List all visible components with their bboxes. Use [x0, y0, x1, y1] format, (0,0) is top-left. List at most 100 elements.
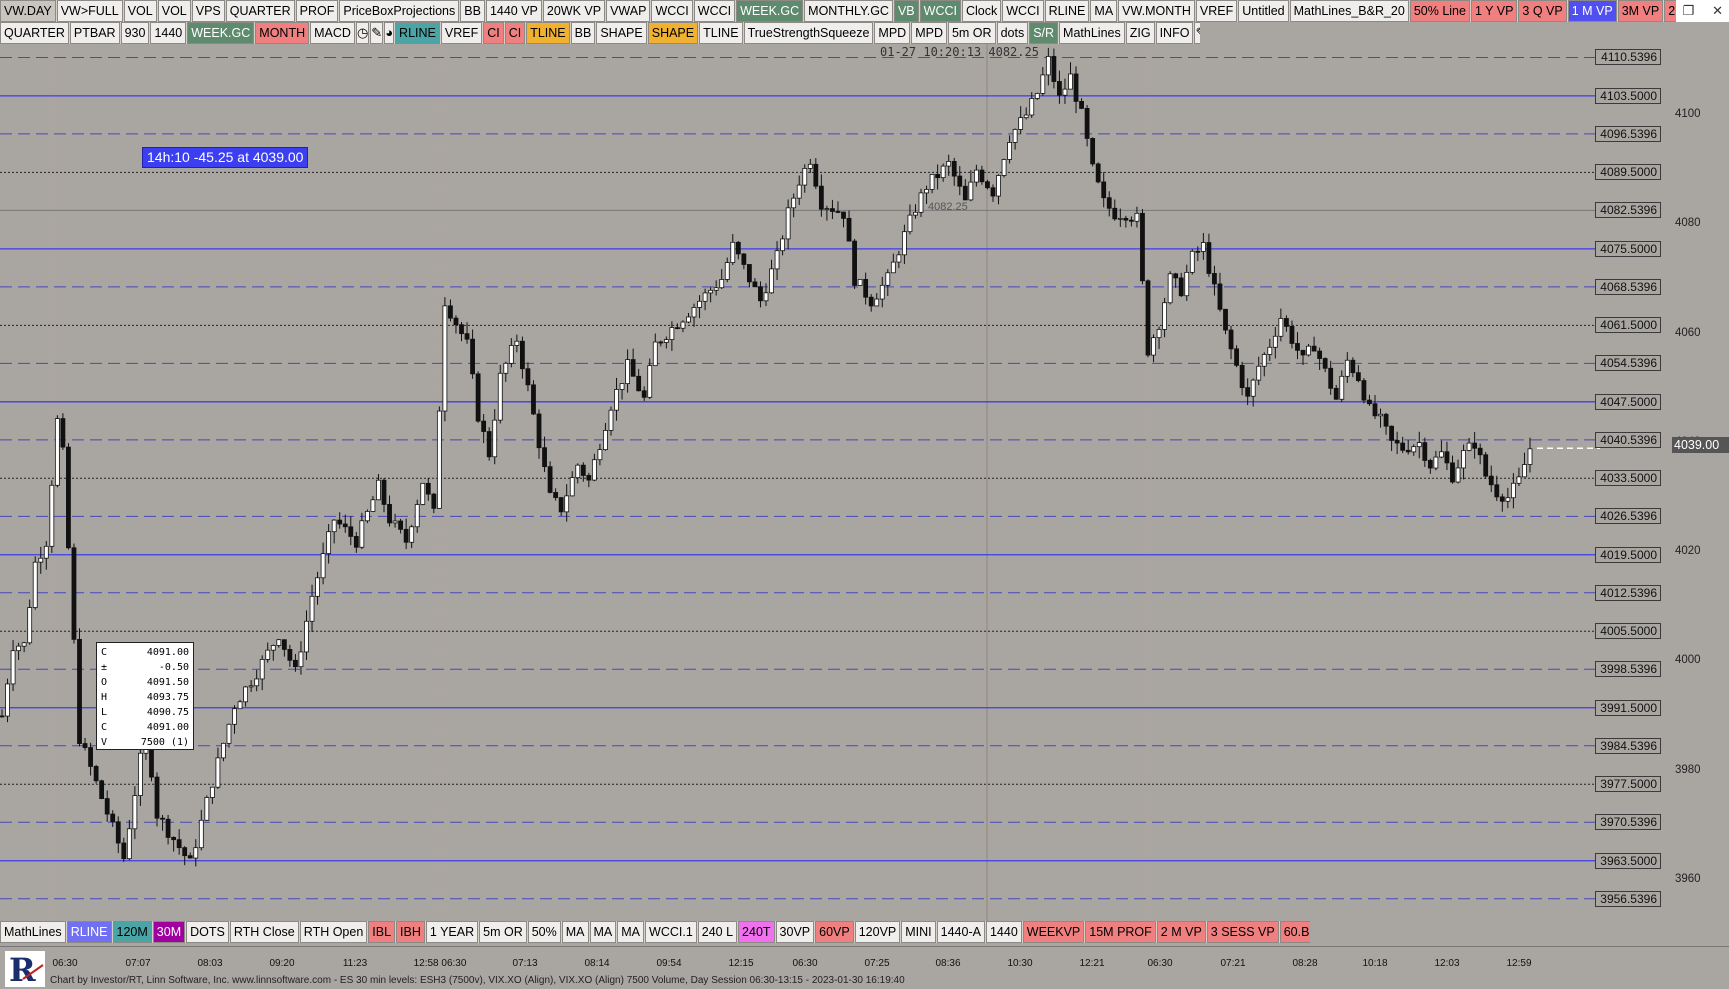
toolbar-button[interactable]: MathLines — [1059, 22, 1125, 44]
pencil-icon[interactable]: ✎ — [1194, 22, 1200, 44]
toolbar-button[interactable]: VWAP — [606, 0, 651, 22]
toolbar-button[interactable]: WCCI.1 — [645, 921, 697, 943]
toolbar-button[interactable]: PriceBoxProjections — [339, 0, 460, 22]
toolbar-button[interactable]: Clock — [961, 0, 1002, 22]
toolbar-button[interactable]: 50% — [527, 921, 561, 943]
toolbar-button[interactable]: MONTH — [255, 22, 310, 44]
toolbar-button[interactable]: BB — [460, 0, 485, 22]
toolbar-button[interactable]: 930 — [120, 22, 150, 44]
candle-body — [735, 241, 741, 255]
toolbar-button[interactable]: 3 SESS VP — [1206, 921, 1279, 943]
toolbar-button[interactable]: PROF — [295, 0, 339, 22]
toolbar-button[interactable]: TrueStrengthSqueeze — [743, 22, 874, 44]
toolbar-button[interactable]: VREF — [1195, 0, 1238, 22]
toolbar-button[interactable]: 3 Q VP — [1518, 0, 1567, 22]
toolbar-button[interactable]: MPD — [874, 22, 911, 44]
toolbar-button[interactable]: WCCI — [693, 0, 736, 22]
toolbar-button[interactable]: 1 M VP — [1567, 0, 1617, 22]
toolbar-button[interactable]: QUARTER — [225, 0, 295, 22]
toolbar-button[interactable]: BB — [570, 22, 596, 44]
refresh-icon[interactable]: ◕ — [384, 22, 395, 44]
toolbar-button[interactable]: WEEK.GC — [736, 0, 804, 22]
restore-window-icon[interactable]: ❐ — [1682, 4, 1694, 19]
candle-body — [1344, 359, 1350, 377]
toolbar-button[interactable]: MPD — [911, 22, 947, 44]
toolbar-button[interactable]: IBH — [396, 921, 425, 943]
toolbar-button[interactable]: 3M VP — [1617, 0, 1664, 22]
candle-body — [1472, 442, 1478, 449]
toolbar-button[interactable]: CI — [504, 22, 526, 44]
toolbar-button[interactable]: MA — [561, 921, 589, 943]
toolbar-button[interactable]: 30VP — [775, 921, 815, 943]
toolbar-button[interactable]: WCCI — [651, 0, 693, 22]
toolbar-button[interactable]: 240 L — [697, 921, 738, 943]
toolbar-button[interactable]: WCCI — [919, 0, 961, 22]
toolbar-button[interactable]: VB — [893, 0, 919, 22]
toolbar-button[interactable]: 60VP — [815, 921, 854, 943]
toolbar-button[interactable]: MA — [617, 921, 645, 943]
toolbar-button[interactable]: DOTS — [186, 921, 229, 943]
clock-icon[interactable]: ◷ — [355, 22, 370, 44]
toolbar-button[interactable]: MACD — [310, 22, 355, 44]
toolbar-button[interactable]: PTBAR — [69, 22, 120, 44]
toolbar-button[interactable]: 120M — [112, 921, 152, 943]
toolbar-button[interactable]: WEEKVP — [1022, 921, 1085, 943]
close-window-icon[interactable]: ✕ — [1712, 4, 1723, 19]
toolbar-button[interactable]: 30M — [152, 921, 186, 943]
toolbar-button[interactable]: VW.DAY — [0, 0, 56, 22]
toolbar-button[interactable]: TLINE — [526, 22, 570, 44]
time-axis-tick: 09:54 — [656, 958, 682, 969]
price-chart[interactable]: 4082.25 — [0, 44, 1655, 946]
toolbar-button[interactable]: MathLines_B&R_20 — [1289, 0, 1409, 22]
toolbar-button[interactable]: VW.MONTH — [1118, 0, 1195, 22]
toolbar-button[interactable]: 120VP — [854, 921, 901, 943]
toolbar-button[interactable]: VPS — [191, 0, 225, 22]
toolbar-button[interactable]: ZIG — [1125, 22, 1155, 44]
toolbar-button[interactable]: WCCI — [1002, 0, 1044, 22]
toolbar-button[interactable]: TLINE — [699, 22, 743, 44]
toolbar-button[interactable]: 1 Y VP — [1470, 0, 1518, 22]
toolbar-button[interactable]: RLINE — [1044, 0, 1090, 22]
toolbar-button[interactable]: VW>FULL — [56, 0, 123, 22]
toolbar-button[interactable]: 1440 — [985, 921, 1022, 943]
toolbar-button[interactable]: MINI — [901, 921, 936, 943]
toolbar-button[interactable]: IBL — [368, 921, 396, 943]
toolbar-button[interactable]: WEEK.GC — [187, 22, 255, 44]
toolbar-button[interactable]: 1 YEAR — [425, 921, 479, 943]
toolbar-button[interactable]: 20WK VP — [542, 0, 606, 22]
toolbar-button[interactable]: dots — [996, 22, 1029, 44]
toolbar-button[interactable]: 2 M VP — [1156, 921, 1206, 943]
toolbar-button[interactable]: MathLines — [0, 921, 66, 943]
pencil-icon[interactable]: ✎ — [370, 22, 384, 44]
toolbar-button[interactable]: CI — [483, 22, 504, 44]
toolbar-button[interactable]: S/R — [1029, 22, 1059, 44]
toolbar-button[interactable]: 5m OR — [947, 22, 996, 44]
toolbar-button[interactable]: RTH Open — [299, 921, 368, 943]
toolbar-button[interactable]: 60.Brackets — [1279, 921, 1310, 943]
toolbar-button[interactable]: 1440-A — [936, 921, 985, 943]
toolbar-button[interactable]: RTH Close — [229, 921, 299, 943]
candle-body — [1300, 349, 1306, 356]
toolbar-button[interactable]: RLINE — [66, 921, 112, 943]
toolbar-button[interactable]: MONTHLY.GC — [804, 0, 893, 22]
toolbar-button[interactable]: SHAPE — [596, 22, 647, 44]
toolbar-button[interactable]: VOL — [123, 0, 157, 22]
toolbar-button[interactable]: RLINE — [395, 22, 440, 44]
candle-body — [1333, 387, 1339, 400]
toolbar-button[interactable]: Untitled — [1238, 0, 1289, 22]
toolbar-button[interactable]: 50% Line — [1409, 0, 1470, 22]
toolbar-button[interactable]: VOL — [157, 0, 191, 22]
toolbar-button[interactable]: VREF — [440, 22, 483, 44]
toolbar-button[interactable]: 15M PROF — [1085, 921, 1156, 943]
candle-body — [387, 504, 392, 524]
toolbar-button[interactable]: MA — [589, 921, 617, 943]
toolbar-button[interactable]: 1440 VP — [485, 0, 542, 22]
toolbar-button[interactable]: 240T — [738, 921, 775, 943]
toolbar-button[interactable]: MA — [1090, 0, 1118, 22]
toolbar-button[interactable]: 5m OR — [479, 921, 527, 943]
investor-rt-logo-icon: R — [5, 951, 45, 987]
toolbar-button[interactable]: 1440 — [150, 22, 187, 44]
toolbar-button[interactable]: SHAPE — [647, 22, 699, 44]
toolbar-button[interactable]: INFO — [1155, 22, 1194, 44]
toolbar-button[interactable]: QUARTER — [0, 22, 69, 44]
